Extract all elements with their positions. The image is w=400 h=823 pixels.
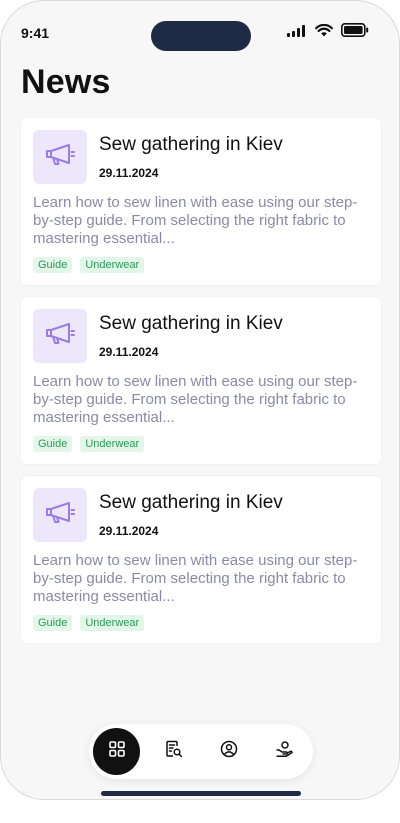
document-search-icon [165, 740, 183, 763]
news-tags: Guide Underwear [33, 615, 145, 631]
status-time: 9:41 [21, 25, 50, 41]
home-indicator [101, 791, 301, 796]
megaphone-icon [43, 142, 77, 173]
megaphone-icon [43, 500, 77, 531]
news-date: 29.11.2024 [99, 345, 159, 359]
user-circle-icon [220, 740, 238, 763]
bottom-tab-bar [89, 724, 313, 779]
tab-care[interactable] [260, 728, 307, 775]
tab-home[interactable] [93, 728, 140, 775]
cellular-signal-icon [287, 24, 307, 42]
news-description: Learn how to sew linen with ease using o… [33, 194, 358, 247]
tag-badge: Guide [33, 615, 73, 631]
news-title: Sew gathering in Kiev [99, 134, 283, 155]
tag-badge: Underwear [80, 257, 145, 273]
phone-frame: 9:41 News Sew gathering in Kiev 29.11.20… [0, 0, 400, 800]
news-date: 29.11.2024 [99, 166, 159, 180]
megaphone-icon [43, 321, 77, 352]
tab-profile[interactable] [205, 728, 252, 775]
news-icon-container [33, 130, 87, 184]
news-title: Sew gathering in Kiev [99, 492, 283, 513]
tab-documents[interactable] [150, 728, 197, 775]
status-icons [287, 23, 369, 42]
news-card[interactable]: Sew gathering in Kiev 29.11.2024 Learn h… [21, 297, 381, 464]
dynamic-island [151, 21, 251, 51]
page-title: News [21, 63, 111, 101]
tag-badge: Guide [33, 257, 73, 273]
news-card[interactable]: Sew gathering in Kiev 29.11.2024 Learn h… [21, 476, 381, 643]
news-list: Sew gathering in Kiev 29.11.2024 Learn h… [21, 118, 381, 655]
hand-care-icon [275, 740, 293, 763]
news-title: Sew gathering in Kiev [99, 313, 283, 334]
tag-badge: Underwear [80, 436, 145, 452]
news-icon-container [33, 488, 87, 542]
news-tags: Guide Underwear [33, 436, 145, 452]
tag-badge: Underwear [80, 615, 145, 631]
news-description: Learn how to sew linen with ease using o… [33, 552, 358, 605]
wifi-icon [315, 23, 333, 42]
news-description: Learn how to sew linen with ease using o… [33, 373, 358, 426]
news-tags: Guide Underwear [33, 257, 145, 273]
news-date: 29.11.2024 [99, 524, 159, 538]
tag-badge: Guide [33, 436, 73, 452]
grid-icon [108, 741, 125, 762]
battery-icon [341, 23, 369, 42]
news-icon-container [33, 309, 87, 363]
news-card[interactable]: Sew gathering in Kiev 29.11.2024 Learn h… [21, 118, 381, 285]
